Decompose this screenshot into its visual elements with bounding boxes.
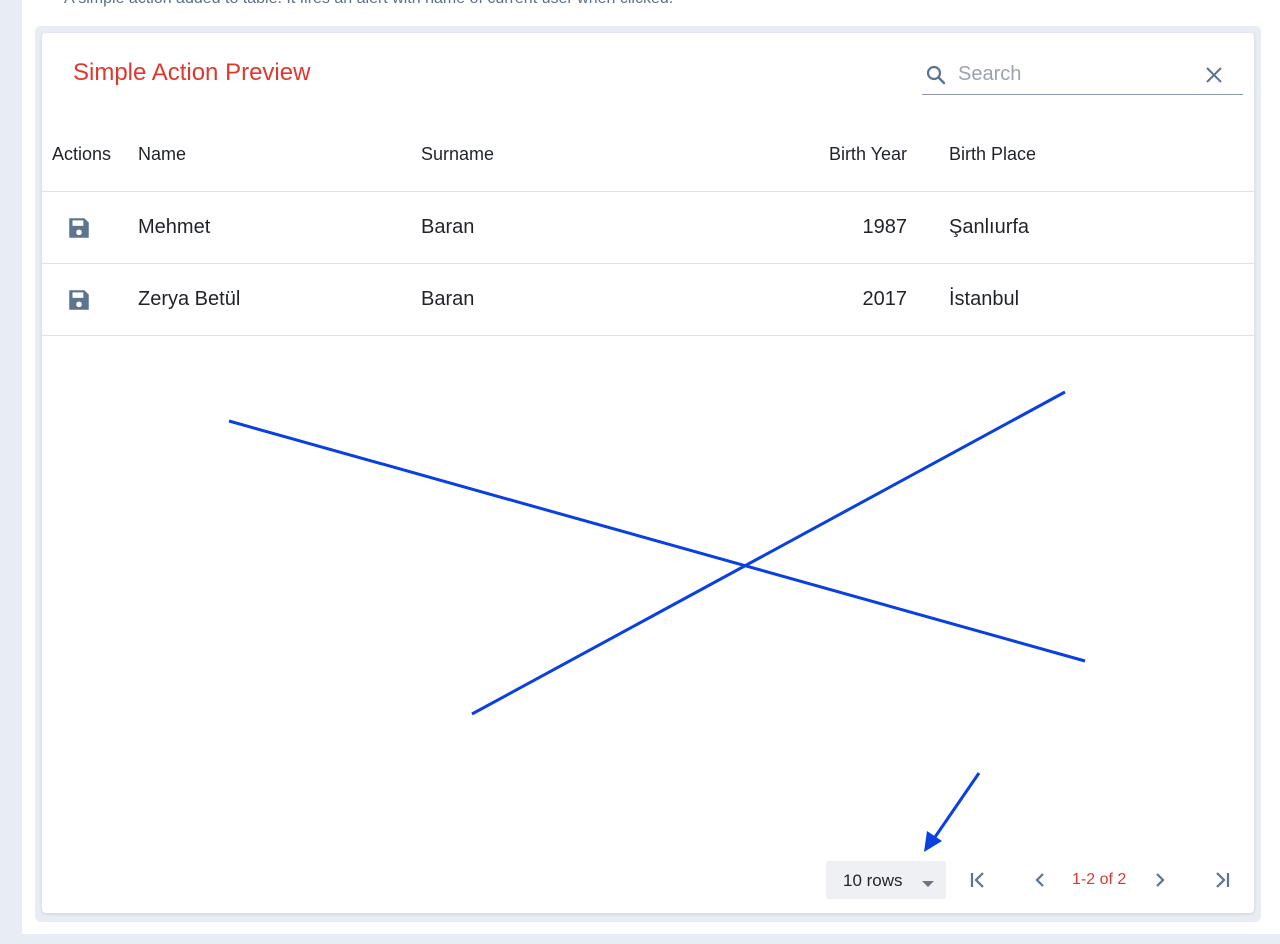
save-icon[interactable] [66,207,106,247]
cell-birth-year: 1987 [704,191,949,264]
header-name[interactable]: Name [138,119,421,192]
data-table: Actions Name Surname Birth Year Birth Pl… [42,119,1254,336]
header-birth-year[interactable]: Birth Year [704,119,949,192]
rows-per-page-select[interactable]: 10 rows [826,861,946,899]
search-input[interactable] [958,59,1188,89]
next-page-icon[interactable] [1148,868,1172,892]
first-page-icon[interactable] [966,868,990,892]
header-actions[interactable]: Actions [42,119,138,192]
cell-name: Mehmet [138,191,421,264]
header-birth-place[interactable]: Birth Place [949,119,1254,192]
header-surname[interactable]: Surname [421,119,704,192]
last-page-icon[interactable] [1210,868,1234,892]
pagination: 10 rows 1-2 of 2 [826,861,1246,899]
page-range: 1-2 of 2 [1072,871,1127,888]
close-icon[interactable] [1202,63,1226,87]
table-card: Simple Action Preview Actions Name Surna… [42,33,1254,913]
cell-birth-place: Şanlıurfa [949,191,1254,264]
cell-surname: Baran [421,191,704,264]
table-title: Simple Action Preview [73,59,311,86]
table-row: Zerya Betül Baran 2017 İstanbul [42,263,1254,336]
cell-birth-place: İstanbul [949,263,1254,336]
prev-page-icon[interactable] [1028,868,1052,892]
search-bar [922,57,1243,95]
save-icon[interactable] [66,279,106,319]
cell-birth-year: 2017 [704,263,949,336]
cell-surname: Baran [421,263,704,336]
table-header-row: Actions Name Surname Birth Year Birth Pl… [42,119,1254,192]
rows-per-page-label: 10 rows [843,871,903,890]
table-description: A simple action added to table. It fires… [64,0,673,8]
chevron-down-icon [922,876,934,894]
cell-name: Zerya Betül [138,263,421,336]
search-icon [924,63,948,87]
table-row: Mehmet Baran 1987 Şanlıurfa [42,191,1254,264]
